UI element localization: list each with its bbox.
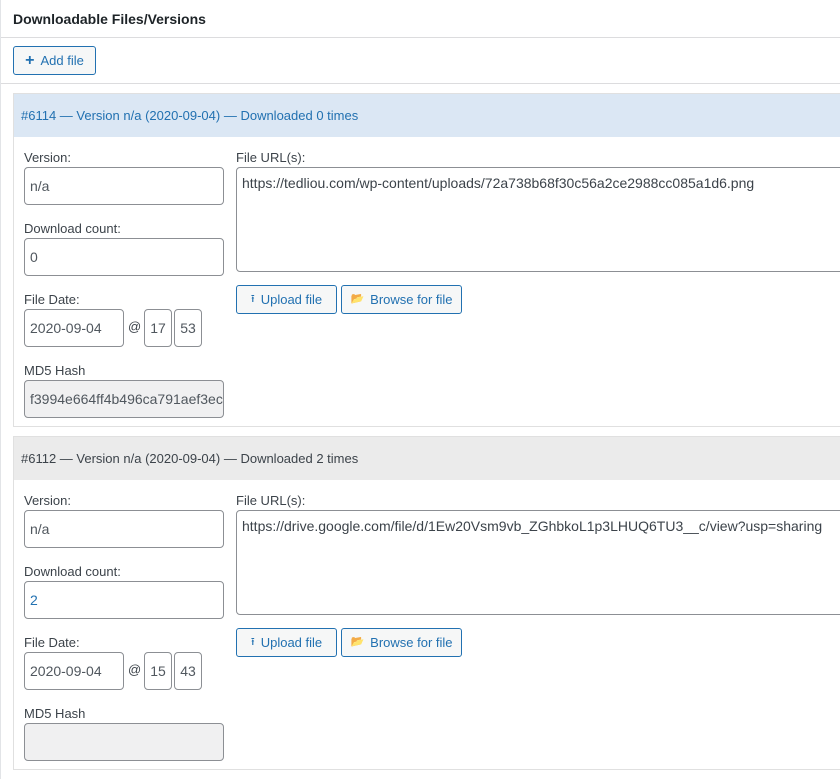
browse-file-button[interactable]: 📂 Browse for file: [341, 285, 462, 314]
minute-input[interactable]: 43: [174, 652, 202, 690]
folder-open-icon: 📂: [350, 636, 365, 648]
file-urls-label: File URL(s):: [236, 493, 306, 508]
plus-icon: +: [25, 51, 35, 69]
md5-label: MD5 Hash: [24, 706, 86, 721]
download-count-input[interactable]: 2: [24, 581, 224, 619]
version-heading-text: #6114 — Version n/a (2020-09-04) — Downl…: [21, 108, 359, 123]
upload-file-button[interactable]: ⭱ Upload file: [236, 285, 337, 314]
file-date-label: File Date:: [24, 635, 80, 650]
folder-open-icon: 📂: [350, 293, 365, 305]
upload-icon: ⭱: [250, 636, 255, 648]
file-date-label: File Date:: [24, 292, 80, 307]
upload-file-button[interactable]: ⭱ Upload file: [236, 628, 337, 657]
at-symbol: @: [128, 662, 142, 677]
version-label: Version:: [24, 493, 71, 508]
version-heading[interactable]: #6112 — Version n/a (2020-09-04) — Downl…: [14, 437, 840, 480]
download-count-input[interactable]: 0: [24, 238, 224, 276]
version-input[interactable]: n/a: [24, 167, 224, 205]
minute-input[interactable]: 53: [174, 309, 202, 347]
version-block: #6114 — Version n/a (2020-09-04) — Downl…: [13, 93, 840, 427]
upload-file-label: Upload file: [260, 635, 323, 650]
add-file-button[interactable]: + Add file: [13, 46, 96, 75]
download-count-label: Download count:: [24, 564, 121, 579]
version-block: #6112 — Version n/a (2020-09-04) — Downl…: [13, 436, 840, 770]
md5-hash-field: [24, 723, 224, 761]
file-urls-label: File URL(s):: [236, 150, 306, 165]
browse-file-button[interactable]: 📂 Browse for file: [341, 628, 462, 657]
browse-file-label: Browse for file: [370, 292, 453, 307]
downloadable-files-panel: Downloadable Files/Versions + Add file #…: [0, 0, 840, 779]
version-label: Version:: [24, 150, 71, 165]
file-date-input[interactable]: 2020-09-04: [24, 309, 124, 347]
version-heading[interactable]: #6114 — Version n/a (2020-09-04) — Downl…: [14, 94, 840, 137]
file-date-input[interactable]: 2020-09-04: [24, 652, 124, 690]
add-file-label: Add file: [40, 53, 84, 68]
at-symbol: @: [128, 319, 142, 334]
md5-label: MD5 Hash: [24, 363, 86, 378]
version-input[interactable]: n/a: [24, 510, 224, 548]
file-url-textarea[interactable]: https://tedliou.com/wp-content/uploads/7…: [236, 167, 840, 272]
md5-hash-field: f3994e664ff4b496ca791aef3ect: [24, 380, 224, 418]
upload-icon: ⭱: [250, 293, 255, 305]
panel-title: Downloadable Files/Versions: [13, 11, 206, 27]
file-url-textarea[interactable]: https://drive.google.com/file/d/1Ew20Vsm…: [236, 510, 840, 615]
panel-header: Downloadable Files/Versions: [1, 0, 840, 38]
version-heading-text: #6112 — Version n/a (2020-09-04) — Downl…: [21, 451, 359, 466]
hour-input[interactable]: 17: [144, 309, 172, 347]
download-count-label: Download count:: [24, 221, 121, 236]
hour-input[interactable]: 15: [144, 652, 172, 690]
upload-file-label: Upload file: [260, 292, 323, 307]
toolbar: + Add file: [1, 38, 840, 84]
browse-file-label: Browse for file: [370, 635, 453, 650]
